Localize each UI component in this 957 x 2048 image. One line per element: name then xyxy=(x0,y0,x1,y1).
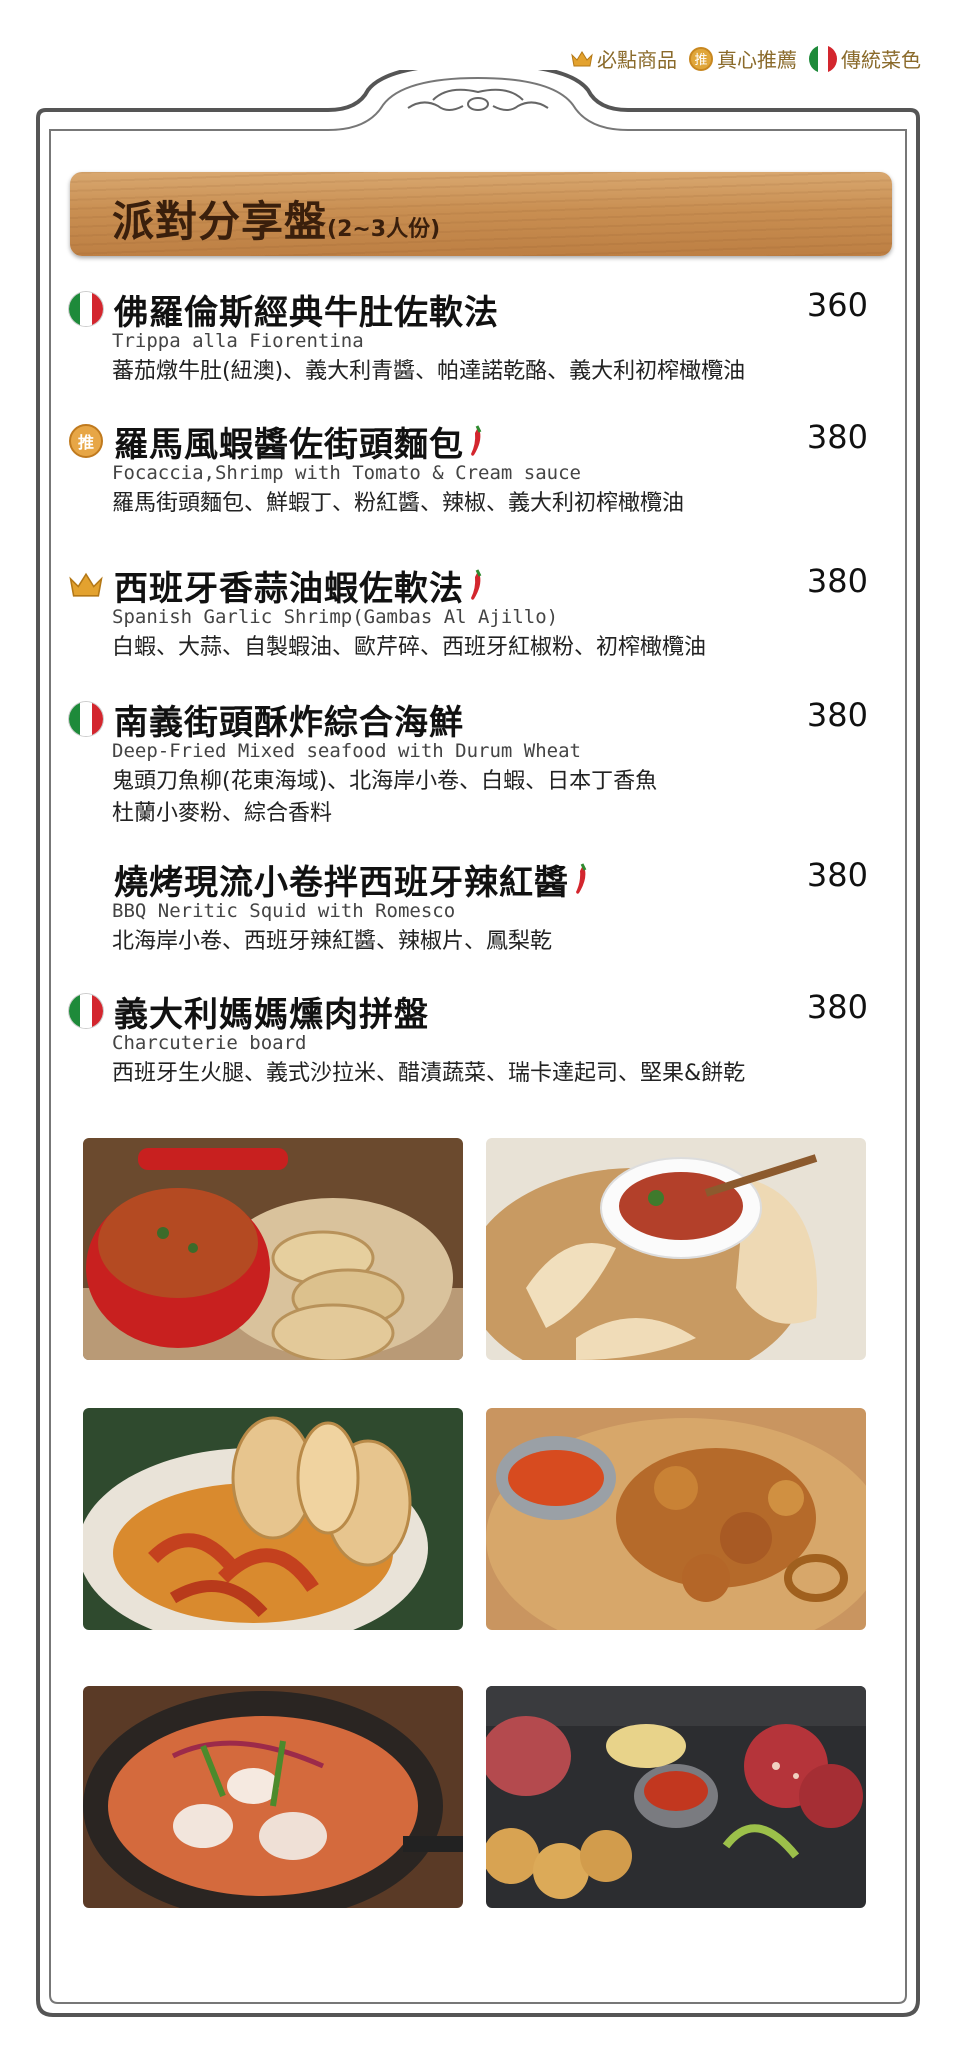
item-description: 羅馬街頭麵包、鮮蝦丁、粉紅醬、辣椒、義大利初榨橄欖油 xyxy=(112,491,685,516)
item-price: 360 xyxy=(806,286,868,324)
crown-icon xyxy=(69,572,103,597)
legend-label: 真心推薦 xyxy=(717,48,797,72)
legend: 必點商品 推 真心推薦 傳統菜色 xyxy=(565,44,921,73)
photo-squid xyxy=(83,1686,463,1908)
crown-icon xyxy=(571,50,593,66)
item-name: 佛羅倫斯經典牛肚佐軟法 xyxy=(114,292,499,333)
menu-item: 西班牙香蒜油蝦佐軟法 380 Spanish Garlic Shrimp(Gam… xyxy=(68,562,868,664)
section-subtitle: (2~3人份) xyxy=(327,217,441,242)
item-english-name: Deep-Fried Mixed seafood with Durum Whea… xyxy=(112,740,581,762)
photo-shrimp-focaccia xyxy=(486,1138,866,1360)
item-description-line: 鬼頭刀魚柳(花東海域)、北海岸小卷、白蝦、日本丁香魚 xyxy=(112,769,658,794)
italy-flag-icon xyxy=(69,292,103,326)
photo-fried-seafood xyxy=(486,1408,866,1630)
item-description: 北海岸小卷、西班牙辣紅醬、辣椒片、鳳梨乾 xyxy=(112,929,553,954)
photo-tripe xyxy=(83,1138,463,1360)
legend-label: 必點商品 xyxy=(597,48,677,72)
item-english-name: Charcuterie board xyxy=(112,1032,307,1054)
item-english-name: Spanish Garlic Shrimp(Gambas Al Ajillo) xyxy=(112,606,559,628)
item-description: 鬼頭刀魚柳(花東海域)、北海岸小卷、白蝦、日本丁香魚 杜蘭小麥粉、綜合香料 xyxy=(112,766,868,830)
chili-pepper-icon xyxy=(471,425,482,456)
section-title: 派對分享盤(2~3人份) xyxy=(112,188,440,249)
legend-label: 傳統菜色 xyxy=(841,48,921,72)
item-description: 蕃茄燉牛肚(紐澳)、義大利青醬、帕達諾乾酪、義大利初榨橄欖油 xyxy=(112,359,746,384)
menu-item: 佛羅倫斯經典牛肚佐軟法 360 Trippa alla Fiorentina 蕃… xyxy=(68,286,868,388)
item-description: 西班牙生火腿、義式沙拉米、醋漬蔬菜、瑞卡達起司、堅果&餅乾 xyxy=(112,1061,746,1086)
menu-item: 南義街頭酥炸綜合海鮮 380 Deep-Fried Mixed seafood … xyxy=(68,696,868,830)
recommend-badge-icon: 推 xyxy=(689,46,713,71)
menu-item: 推 羅馬風蝦醬佐街頭麵包 380 Focaccia,Shrimp with To… xyxy=(68,418,868,520)
italy-flag-icon xyxy=(69,994,103,1028)
photo-charcuterie xyxy=(486,1686,866,1908)
item-price: 380 xyxy=(806,562,868,600)
item-description-line: 杜蘭小麥粉、綜合香料 xyxy=(112,801,333,826)
item-name: 西班牙香蒜油蝦佐軟法 xyxy=(114,568,464,609)
menu-item: 燒烤現流小卷拌西班牙辣紅醬 380 BBQ Neritic Squid with… xyxy=(68,856,868,958)
item-price: 380 xyxy=(806,418,868,456)
italy-flag-icon xyxy=(809,44,837,73)
item-name: 義大利媽媽燻肉拼盤 xyxy=(114,994,429,1035)
chili-pepper-icon xyxy=(576,863,587,894)
legend-must-order: 必點商品 xyxy=(571,44,677,73)
item-price: 380 xyxy=(806,696,868,734)
no-icon xyxy=(68,861,104,897)
section-header: 派對分享盤(2~3人份) xyxy=(70,172,892,256)
recommend-badge-icon: 推 xyxy=(69,424,103,458)
chili-pepper-icon xyxy=(471,569,482,600)
ornament-icon xyxy=(407,88,549,111)
legend-recommend: 推 真心推薦 xyxy=(689,44,797,73)
item-description: 白蝦、大蒜、自製蝦油、歐芹碎、西班牙紅椒粉、初榨橄欖油 xyxy=(112,635,707,660)
menu-item: 義大利媽媽燻肉拼盤 380 Charcuterie board 西班牙生火腿、義… xyxy=(68,988,868,1090)
italy-flag-icon xyxy=(69,702,103,736)
item-price: 380 xyxy=(806,988,868,1026)
photo-garlic-shrimp xyxy=(83,1408,463,1630)
legend-traditional: 傳統菜色 xyxy=(809,44,921,73)
item-price: 380 xyxy=(806,856,868,894)
item-english-name: Focaccia,Shrimp with Tomato & Cream sauc… xyxy=(112,462,581,484)
item-name: 燒烤現流小卷拌西班牙辣紅醬 xyxy=(114,862,569,903)
section-title-text: 派對分享盤 xyxy=(112,197,328,246)
item-name: 羅馬風蝦醬佐街頭麵包 xyxy=(114,424,464,465)
item-name: 南義街頭酥炸綜合海鮮 xyxy=(114,702,464,743)
